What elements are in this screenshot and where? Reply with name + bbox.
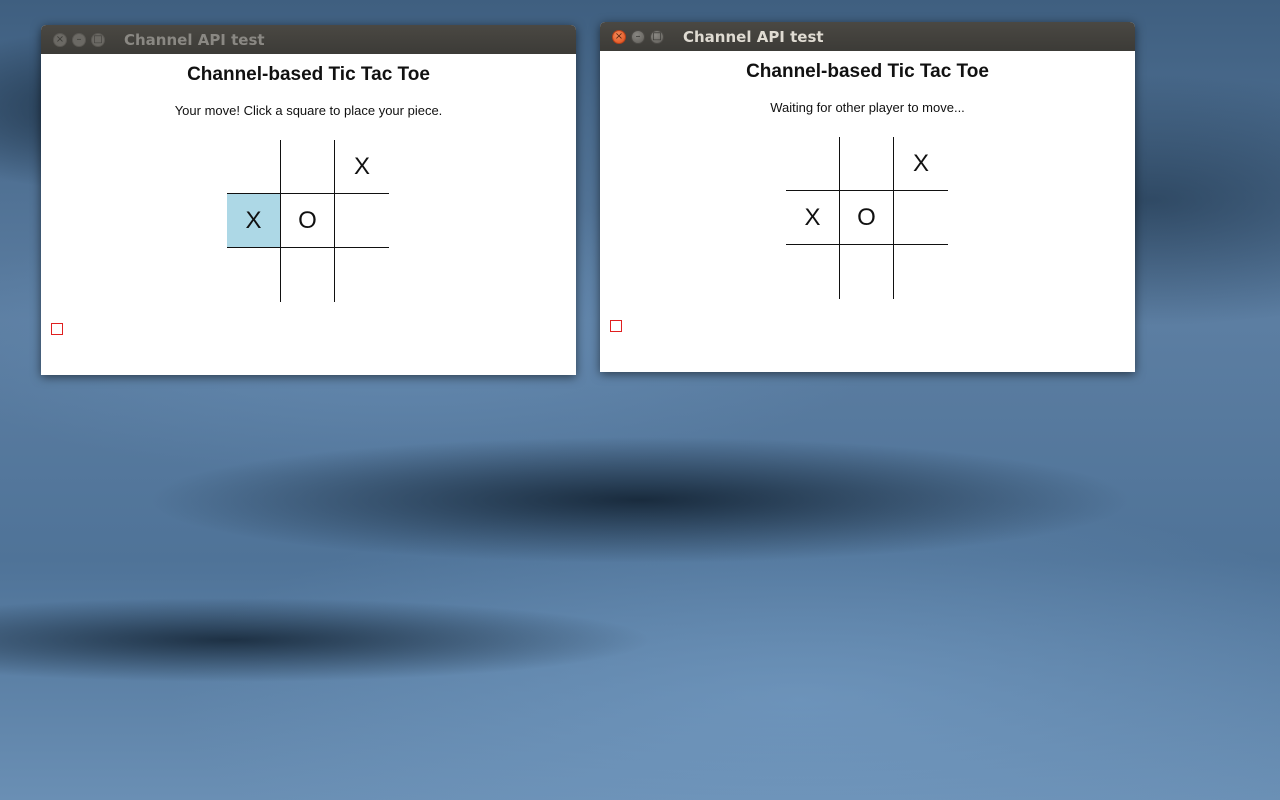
board-cell[interactable]: O <box>281 194 335 248</box>
board-cell[interactable] <box>786 245 840 299</box>
maximize-icon[interactable]: □ <box>91 32 105 47</box>
window-titlebar[interactable]: × – □ Channel API test <box>41 25 576 54</box>
board-cell[interactable] <box>840 137 894 191</box>
red-square-marker <box>610 320 622 332</box>
board-cell[interactable] <box>786 137 840 191</box>
board-cell[interactable] <box>335 248 389 302</box>
board-cell[interactable] <box>281 140 335 194</box>
maximize-icon[interactable]: □ <box>650 29 664 44</box>
board-cell[interactable]: X <box>786 191 840 245</box>
window-player-2: × – □ Channel API test Channel-based Tic… <box>600 22 1135 372</box>
page-title: Channel-based Tic Tac Toe <box>187 64 430 85</box>
board-cell[interactable] <box>281 248 335 302</box>
window-titlebar[interactable]: × – □ Channel API test <box>600 22 1135 51</box>
minimize-icon[interactable]: – <box>631 29 645 44</box>
window-player-1: × – □ Channel API test Channel-based Tic… <box>41 25 576 375</box>
board-cell[interactable] <box>894 191 948 245</box>
close-icon[interactable]: × <box>612 29 626 44</box>
board-cell[interactable] <box>335 194 389 248</box>
board-cell[interactable]: X <box>227 194 281 248</box>
board-cell[interactable] <box>227 140 281 194</box>
board-cell[interactable]: X <box>335 140 389 194</box>
board-cell[interactable] <box>840 245 894 299</box>
status-message: Waiting for other player to move... <box>770 100 965 115</box>
board-cell[interactable]: X <box>894 137 948 191</box>
page-content: Channel-based Tic Tac Toe Your move! Cli… <box>41 54 576 375</box>
minimize-icon[interactable]: – <box>72 32 86 47</box>
page-content: Channel-based Tic Tac Toe Waiting for ot… <box>600 51 1135 372</box>
game-board: X X O <box>786 137 948 299</box>
page-title: Channel-based Tic Tac Toe <box>746 61 989 82</box>
board-cell[interactable] <box>227 248 281 302</box>
board-cell[interactable] <box>894 245 948 299</box>
close-icon[interactable]: × <box>53 32 67 47</box>
board-cell[interactable]: O <box>840 191 894 245</box>
window-title: Channel API test <box>683 27 824 46</box>
red-square-marker <box>51 323 63 335</box>
window-title: Channel API test <box>124 30 265 49</box>
status-message: Your move! Click a square to place your … <box>174 103 443 118</box>
game-board: X X O <box>227 140 389 302</box>
